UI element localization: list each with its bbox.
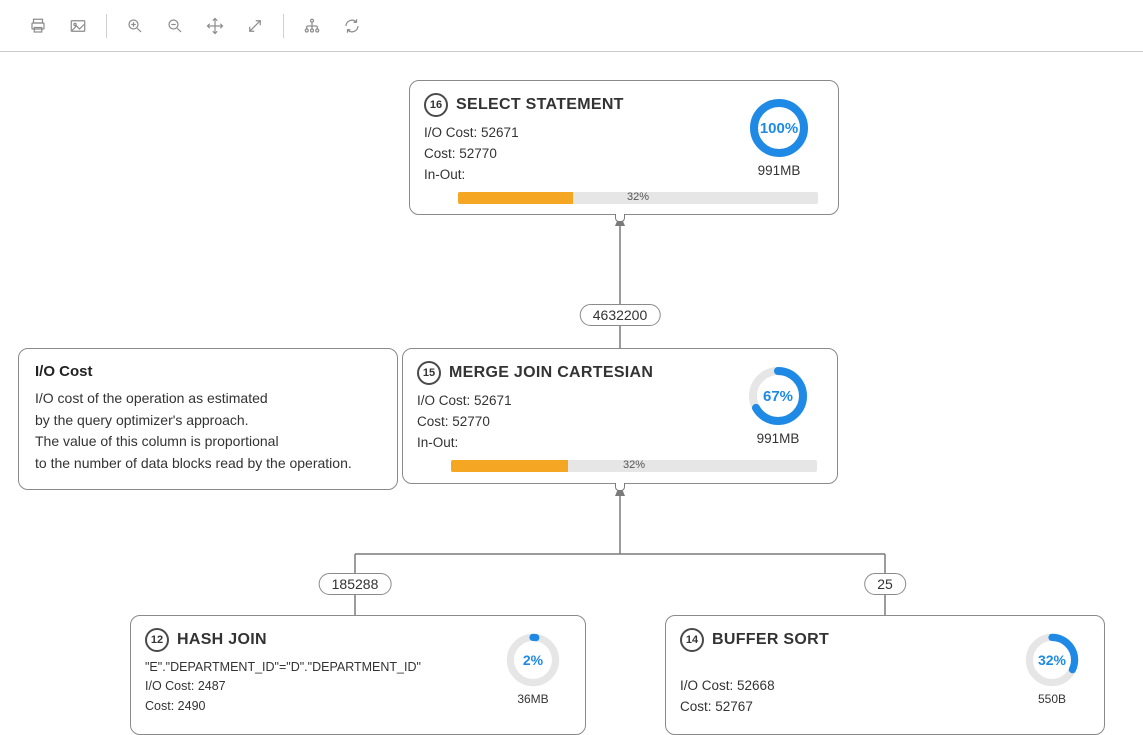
image-export-icon <box>69 17 87 35</box>
cost-ring: 32% <box>1024 632 1080 688</box>
predicate: "E"."DEPARTMENT_ID"="D"."DEPARTMENT_ID" <box>145 658 495 677</box>
node-title: SELECT STATEMENT <box>456 96 624 114</box>
node-size: 36MB <box>517 692 548 706</box>
zoom-out-icon <box>166 17 184 35</box>
pan-icon <box>206 17 224 35</box>
toolbar-separator <box>283 14 284 38</box>
refresh-button[interactable] <box>334 8 370 44</box>
tree-layout-button[interactable] <box>294 8 330 44</box>
node-size: 991MB <box>758 163 801 178</box>
node-socket <box>615 214 625 222</box>
node-id-badge: 16 <box>424 93 448 117</box>
cost-label: Cost: <box>417 414 449 429</box>
node-side: 2% 36MB <box>495 632 571 716</box>
node-size: 991MB <box>757 431 800 446</box>
io-cost-value: 52668 <box>737 678 775 693</box>
cost-label: Cost: <box>424 146 456 161</box>
in-out-label: In-Out: <box>424 167 465 182</box>
ring-percent: 100% <box>748 97 810 159</box>
plan-node-buffer-sort[interactable]: 14 BUFFER SORT I/O Cost: 52668 Cost: 527… <box>665 615 1105 735</box>
plan-node-select-statement[interactable]: 16 SELECT STATEMENT I/O Cost: 52671 Cost… <box>409 80 839 215</box>
progress-percent: 32% <box>623 459 645 471</box>
edge-label: 185288 <box>319 573 392 595</box>
cost-ring: 67% <box>747 365 809 427</box>
io-cost-value: 52671 <box>474 393 512 408</box>
node-stats: I/O Cost: 52668 Cost: 52767 <box>680 658 1014 718</box>
cost-ring: 100% <box>748 97 810 159</box>
zoom-in-icon <box>126 17 144 35</box>
ring-percent: 2% <box>505 632 561 688</box>
node-title: HASH JOIN <box>177 631 267 649</box>
node-socket <box>615 483 625 491</box>
edge-label: 25 <box>864 573 906 595</box>
edge-label: 4632200 <box>580 304 661 326</box>
cost-ring: 2% <box>505 632 561 688</box>
node-size: 550B <box>1038 692 1066 706</box>
tooltip-title: I/O Cost <box>35 363 381 380</box>
io-cost-label: I/O Cost: <box>145 679 194 693</box>
cost-label: Cost: <box>680 699 712 714</box>
toolbar-separator <box>106 14 107 38</box>
tooltip-body: I/O cost of the operation as estimated b… <box>35 388 381 475</box>
cost-label: Cost: <box>145 699 174 713</box>
cost-value: 2490 <box>178 699 206 713</box>
export-image-button[interactable] <box>60 8 96 44</box>
cost-value: 52767 <box>715 699 753 714</box>
node-id-badge: 12 <box>145 628 169 652</box>
pan-button[interactable] <box>197 8 233 44</box>
node-side: 67% 991MB <box>733 365 823 454</box>
node-stats: I/O Cost: 52671 Cost: 52770 In-Out: <box>424 123 734 186</box>
plan-node-merge-join-cartesian[interactable]: 15 MERGE JOIN CARTESIAN I/O Cost: 52671 … <box>402 348 838 484</box>
fit-screen-button[interactable] <box>237 8 273 44</box>
tree-icon <box>303 17 321 35</box>
progress-bar: 32% <box>458 192 818 204</box>
io-cost-label: I/O Cost: <box>417 393 470 408</box>
plan-canvas[interactable]: 16 SELECT STATEMENT I/O Cost: 52671 Cost… <box>0 52 1143 721</box>
progress-bar: 32% <box>451 460 817 472</box>
node-side: 32% 550B <box>1014 632 1090 718</box>
in-out-label: In-Out: <box>417 435 458 450</box>
ring-percent: 32% <box>1024 632 1080 688</box>
node-title: MERGE JOIN CARTESIAN <box>449 364 653 382</box>
node-title: BUFFER SORT <box>712 631 829 649</box>
plan-node-hash-join[interactable]: 12 HASH JOIN "E"."DEPARTMENT_ID"="D"."DE… <box>130 615 586 735</box>
io-cost-label: I/O Cost: <box>424 125 477 140</box>
cost-value: 52770 <box>452 414 490 429</box>
zoom-in-button[interactable] <box>117 8 153 44</box>
progress-percent: 32% <box>627 191 649 203</box>
io-cost-value: 2487 <box>198 679 226 693</box>
io-cost-value: 52671 <box>481 125 519 140</box>
print-icon <box>29 17 47 35</box>
print-button[interactable] <box>20 8 56 44</box>
expand-icon <box>246 17 264 35</box>
node-side: 100% 991MB <box>734 97 824 186</box>
io-cost-label: I/O Cost: <box>680 678 733 693</box>
zoom-out-button[interactable] <box>157 8 193 44</box>
node-id-badge: 14 <box>680 628 704 652</box>
node-id-badge: 15 <box>417 361 441 385</box>
node-stats: "E"."DEPARTMENT_ID"="D"."DEPARTMENT_ID" … <box>145 658 495 716</box>
toolbar <box>0 0 1143 52</box>
tooltip-io-cost: I/O Cost I/O cost of the operation as es… <box>18 348 398 490</box>
node-stats: I/O Cost: 52671 Cost: 52770 In-Out: <box>417 391 733 454</box>
refresh-icon <box>343 17 361 35</box>
ring-percent: 67% <box>747 365 809 427</box>
cost-value: 52770 <box>459 146 497 161</box>
